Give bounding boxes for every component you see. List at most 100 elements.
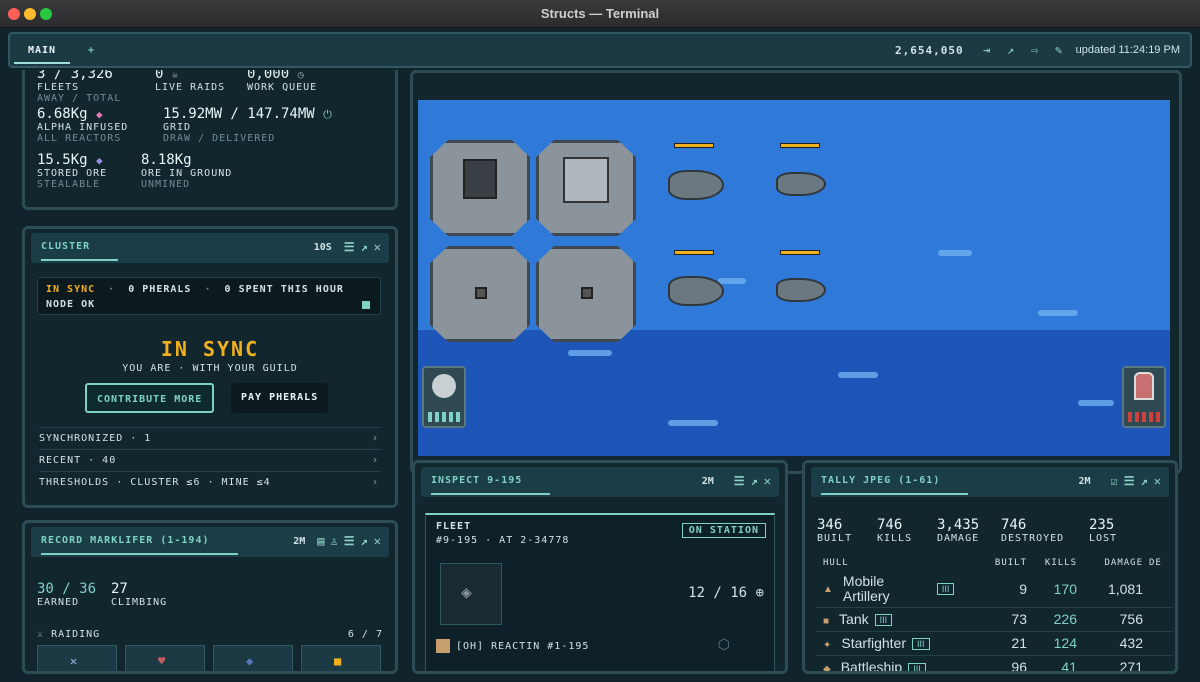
pay-pherals-button[interactable]: PAY PHERALS: [231, 383, 329, 413]
login-icon[interactable]: ⇥: [980, 43, 994, 57]
node-indicator: [362, 301, 370, 309]
close-icon[interactable]: ✕: [764, 474, 771, 488]
health-bar: [674, 143, 714, 148]
avatar: [436, 639, 450, 653]
raid-card[interactable]: ♥: [125, 645, 205, 671]
close-icon[interactable]: ✕: [374, 240, 381, 254]
tally-panel: TALLY JPEG (1-61) 2M ☑ ☰ ↗ ✕ 346 BUILT 74…: [802, 460, 1178, 674]
user-icon[interactable]: ♙: [331, 534, 338, 548]
heart-icon: ♥: [158, 654, 166, 668]
energy-meter: [1128, 412, 1160, 422]
table-header: HULL BUILT KILLS DAMAGE DE: [823, 558, 1162, 568]
ship-unit[interactable]: [776, 278, 826, 302]
tab-main[interactable]: MAIN: [14, 38, 71, 64]
ground-ore-stat: 8.18Kg ORE IN GROUND UNMINED: [141, 152, 233, 190]
raid-card[interactable]: ■: [301, 645, 381, 671]
climbing-stat: 27 CLIMBING: [111, 581, 168, 608]
window-titlebar: Structs — Terminal: [0, 0, 1200, 28]
inspect-title: INSPECT 9-195: [431, 467, 551, 495]
sync-status: IN SYNC: [46, 284, 96, 295]
cluster-row-synchronized[interactable]: SYNCHRONIZED · 1 ›: [39, 427, 381, 449]
player-avatar-left[interactable]: [422, 366, 466, 428]
top-bar: MAIN + 2,654,050 ⇥ ↗ ⇨ ✎ updated 11:24:1…: [8, 32, 1192, 68]
alpha-crystal-icon: ◆: [96, 108, 103, 121]
cluster-row-thresholds[interactable]: THRESHOLDS · CLUSTER ≤6 · MINE ≤4 ›: [39, 471, 381, 493]
external-link-icon[interactable]: ↗: [1004, 43, 1018, 57]
sync-status-box: IN SYNC · 0 PHERALS · 0 SPENT THIS HOUR …: [37, 277, 381, 315]
table-row[interactable]: ✦ Starfighter III 21 124 432: [817, 631, 1173, 655]
ship-unit[interactable]: [668, 170, 724, 200]
external-link-icon[interactable]: ↗: [361, 240, 368, 254]
logout-icon[interactable]: ⇨: [1028, 43, 1042, 57]
table-row[interactable]: ■ Tank III 73 226 756: [817, 607, 1173, 631]
stored-ore-stat: 15.5Kg ◆ STORED ORE STEALABLE: [37, 152, 108, 190]
fleet-count: 12 / 16 ⊕: [688, 585, 764, 601]
health-bar: [674, 250, 714, 255]
fleet-member[interactable]: [OH] REACTIN #1-195: [436, 639, 589, 653]
fleet-id: #9-195 · AT 2-34778: [436, 535, 570, 546]
fleet-thumbnail[interactable]: ◈: [440, 563, 502, 625]
sync-subline: YOU ARE · WITH YOUR GUILD: [122, 363, 298, 374]
tank-icon: ■: [823, 616, 830, 627]
fleet-card: FLEET #9-195 · AT 2-34778 ON STATION ◈ 1…: [425, 513, 775, 671]
health-bar: [780, 250, 820, 255]
earned-stat: 30 / 36 EARNED: [37, 581, 97, 608]
tally-summary: 346 BUILT 746 KILLS 3,435 DAMAGE 746 DESTROY…: [817, 517, 1118, 544]
gear-icon[interactable]: ⬡: [718, 637, 730, 653]
ore-icon: ◆: [96, 154, 103, 167]
list-icon[interactable]: ☰: [734, 474, 745, 488]
power-icon: ⏻: [323, 108, 332, 121]
external-link-icon[interactable]: ↗: [1141, 474, 1148, 488]
cluster-header: CLUSTER 10S ☰ ↗ ✕: [31, 233, 389, 263]
window-title: Structs — Terminal: [540, 6, 660, 21]
add-tab-button[interactable]: +: [74, 38, 109, 64]
list-icon[interactable]: ☰: [1124, 474, 1135, 488]
robot-avatar-icon: [1134, 372, 1154, 400]
battleship-icon: ◆: [823, 664, 831, 674]
cluster-row-recent[interactable]: RECENT · 40 ›: [39, 449, 381, 471]
table-row[interactable]: ◆ Battleship III 96 41 271: [817, 655, 1173, 674]
raiding-label: ⚔ RAIDING: [37, 629, 101, 640]
edit-icon[interactable]: ✎: [1052, 43, 1066, 57]
list-icon[interactable]: ☰: [344, 534, 355, 548]
player-avatar-right[interactable]: [1122, 366, 1166, 428]
inspect-header-actions: 2M ☰ ↗ ✕: [702, 467, 771, 495]
raids-stat: 0 ☠ LIVE RAIDS: [155, 70, 226, 93]
sync-headline: IN SYNC: [160, 337, 260, 361]
checkbox-icon[interactable]: ☑: [1111, 474, 1118, 488]
updated-timestamp: updated 11:24:19 PM: [1075, 44, 1180, 56]
close-icon[interactable]: ✕: [1154, 474, 1161, 488]
ship-unit[interactable]: [776, 172, 826, 196]
external-link-icon[interactable]: ↗: [361, 534, 368, 548]
inspect-time: 2M: [701, 475, 714, 487]
table-row[interactable]: ▲Mobile Artillery III 9 170 1,081: [817, 571, 1173, 607]
fleet-status-badge: ON STATION: [681, 523, 766, 538]
raid-card[interactable]: ◆: [213, 645, 293, 671]
tally-header: TALLY JPEG (1-61) 2M ☑ ☰ ↗ ✕: [811, 467, 1169, 497]
close-icon[interactable]: ✕: [374, 534, 381, 548]
cluster-header-actions: 10S ☰ ↗ ✕: [314, 233, 381, 261]
fleets-stat: 3 / 3,326 FLEETS AWAY / TOTAL: [37, 70, 122, 104]
list-icon[interactable]: ☰: [344, 240, 355, 254]
game-map[interactable]: [418, 100, 1170, 456]
raid-card[interactable]: ✕: [37, 645, 117, 671]
ship-unit[interactable]: [668, 276, 724, 306]
starfighter-icon: ✦: [823, 640, 832, 651]
pherals-count: 0 PHERALS: [128, 284, 192, 295]
cluster-time: 10S: [313, 241, 332, 253]
record-title: RECORD MARKLIFER (1-194): [41, 527, 238, 555]
inspect-header: INSPECT 9-195 2M ☰ ↗ ✕: [421, 467, 779, 497]
crossed-swords-icon: ⚔: [37, 629, 45, 640]
skull-icon: ☠: [171, 70, 178, 81]
app-root: MAIN + 2,654,050 ⇥ ↗ ⇨ ✎ updated 11:24:1…: [0, 28, 1200, 682]
structure-tile[interactable]: [536, 140, 636, 236]
document-icon[interactable]: ▤: [317, 534, 324, 548]
record-header-actions: 2M ▤ ♙ ☰ ↗ ✕: [293, 527, 381, 555]
external-link-icon[interactable]: ↗: [751, 474, 758, 488]
structure-tile[interactable]: [536, 246, 636, 342]
contribute-more-button[interactable]: CONTRIBUTE MORE: [85, 383, 215, 413]
compass-icon: ⊕: [755, 585, 764, 601]
hull-table: HULL BUILT KILLS DAMAGE DE ▲Mobile Artil…: [817, 555, 1173, 674]
structure-tile[interactable]: [430, 140, 530, 236]
structure-tile[interactable]: [430, 246, 530, 342]
